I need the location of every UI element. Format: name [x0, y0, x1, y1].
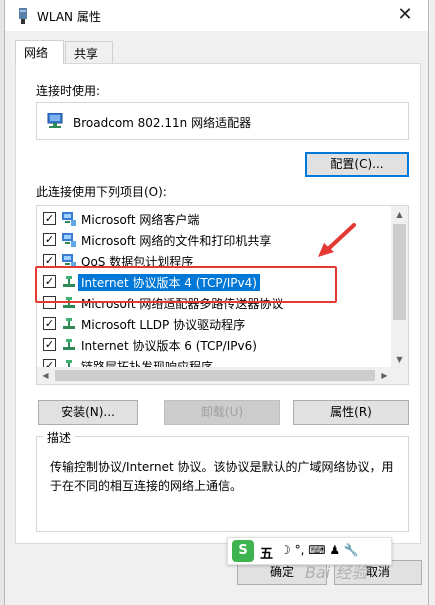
protocol-icon: [63, 339, 75, 350]
protocol-icon: [63, 276, 75, 287]
connect-using-label: 连接时使用:: [36, 84, 101, 98]
vertical-scroll-thumb[interactable]: [393, 224, 406, 320]
protocol-icon: [63, 318, 75, 329]
scroll-left-icon[interactable]: ◀: [37, 367, 54, 384]
list-item[interactable]: ✓ Internet 协议版本 4 (TCP/IPv4): [37, 271, 389, 292]
list-item[interactable]: ✓ Microsoft LLDP 协议驱动程序: [37, 313, 389, 334]
network-client-icon: [62, 254, 76, 268]
vertical-scrollbar[interactable]: ▲ ▼: [391, 206, 408, 368]
list-item-label: Internet 协议版本 6 (TCP/IPv6): [81, 339, 257, 353]
scroll-down-icon[interactable]: ▼: [391, 351, 408, 368]
install-button[interactable]: 安装(N)...: [38, 400, 138, 425]
scroll-up-icon[interactable]: ▲: [391, 206, 408, 223]
window-title: WLAN 属性: [37, 10, 101, 24]
network-client-icon: [62, 212, 76, 226]
network-tab-panel: 连接时使用: Broadcom 802.11n 网络适配器 配置(C)... 此…: [15, 63, 421, 544]
description-title: 描述: [43, 429, 76, 446]
checkbox[interactable]: ✓: [43, 317, 56, 330]
checkbox[interactable]: ✓: [43, 254, 56, 267]
protocol-icon: [63, 297, 75, 308]
wlan-adapter-icon: [19, 8, 27, 24]
horizontal-scrollbar[interactable]: ◀ ▶: [37, 367, 393, 384]
configure-button[interactable]: 配置(C)...: [305, 152, 409, 177]
horizontal-scroll-thumb[interactable]: [55, 370, 375, 381]
sogou-logo-icon[interactable]: S: [232, 540, 254, 562]
list-item[interactable]: Microsoft 网络适配器多路传送器协议: [37, 292, 389, 313]
tab-sharing[interactable]: 共享: [65, 41, 113, 64]
uninstall-button[interactable]: 卸载(U): [164, 400, 280, 425]
checkbox[interactable]: [43, 296, 56, 309]
scrollbar-corner: [391, 367, 408, 384]
watermark: Bai 经验: [305, 563, 368, 582]
network-client-icon: [62, 233, 76, 247]
title-bar: WLAN 属性 ✕: [5, 0, 428, 31]
properties-button[interactable]: 属性(R): [293, 400, 409, 425]
ime-mode[interactable]: 五: [260, 543, 273, 562]
wlan-properties-dialog: WLAN 属性 ✕ 网络 共享 连接时使用: Broadcom 802.11n …: [4, 0, 429, 605]
items-label: 此连接使用下列项目(O):: [36, 185, 167, 199]
list-item-label: QoS 数据包计划程序: [81, 255, 194, 269]
description-text: 传输控制协议/Internet 协议。该协议是默认的广域网络协议，用于在不同的相…: [50, 460, 394, 493]
ime-symbols-icon[interactable]: ☽ °, ⌨ ♟ 🔧: [280, 543, 359, 557]
background-window-edge-right: [429, 0, 435, 605]
list-item-label: Microsoft 网络适配器多路传送器协议: [81, 297, 284, 311]
checkbox[interactable]: ✓: [43, 275, 56, 288]
adapter-box: Broadcom 802.11n 网络适配器: [36, 102, 409, 140]
adapter-name: Broadcom 802.11n 网络适配器: [73, 116, 252, 130]
close-icon[interactable]: ✕: [382, 0, 428, 31]
checkbox[interactable]: ✓: [43, 233, 56, 246]
network-adapter-icon: [47, 113, 63, 128]
list-item-label: Internet 协议版本 4 (TCP/IPv4): [78, 274, 260, 291]
tab-network[interactable]: 网络: [15, 40, 64, 64]
checkbox[interactable]: ✓: [43, 212, 56, 225]
list-item-label: Microsoft LLDP 协议驱动程序: [81, 318, 246, 332]
list-item-label: Microsoft 网络的文件和打印机共享: [81, 234, 272, 248]
list-item-label: Microsoft 网络客户端: [81, 213, 200, 227]
checkbox[interactable]: ✓: [43, 338, 56, 351]
list-item[interactable]: ✓ Internet 协议版本 6 (TCP/IPv6): [37, 334, 389, 355]
annotation-arrow-icon: [318, 223, 356, 257]
